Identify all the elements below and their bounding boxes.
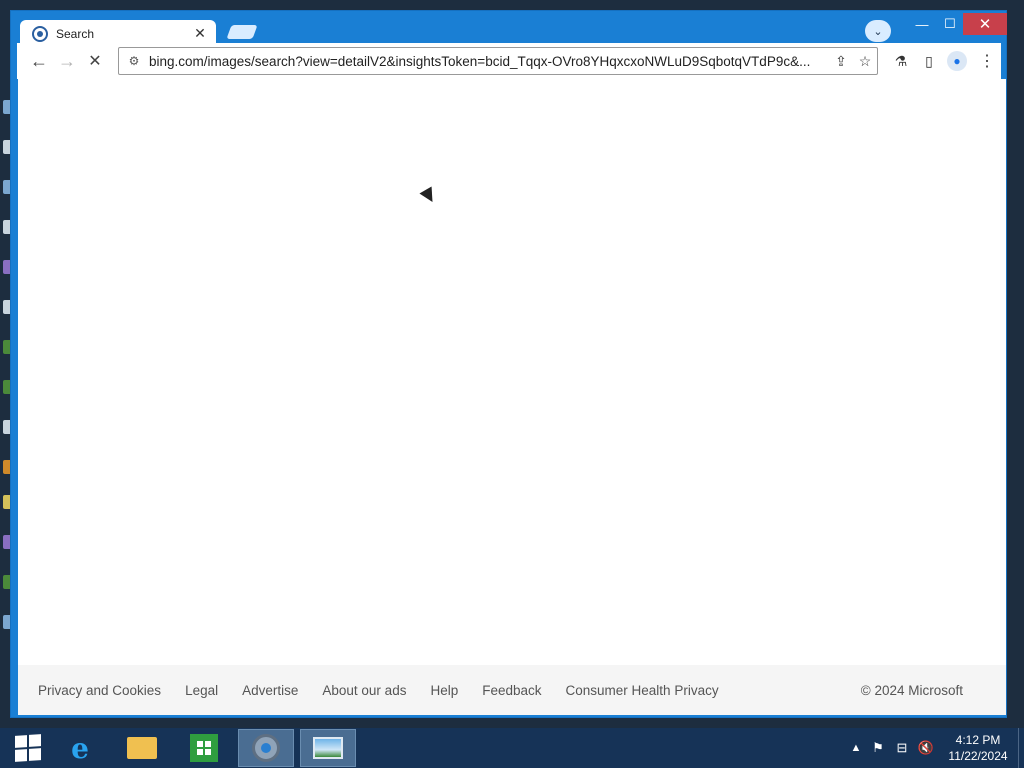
taskbar-photos[interactable] xyxy=(300,729,356,767)
network-icon[interactable]: ⊟ xyxy=(890,740,914,756)
loading-favicon-icon xyxy=(32,25,48,42)
bookmark-star-icon[interactable]: ☆ xyxy=(853,53,877,70)
share-icon[interactable]: ⇪ xyxy=(829,53,853,70)
mouse-cursor-icon xyxy=(419,186,439,206)
action-center-warning-icon[interactable]: ⚑ xyxy=(866,740,890,756)
image-viewer-icon xyxy=(313,737,343,759)
footer-link-about-ads[interactable]: About our ads xyxy=(322,683,406,698)
tab-close-icon[interactable]: ✕ xyxy=(192,25,208,42)
browser-window: Search ✕ ⌄ — ☐ ✕ ← → ✕ ⚙ bing.com/images… xyxy=(10,10,1007,718)
footer-link-advertise[interactable]: Advertise xyxy=(242,683,298,698)
profile-avatar-icon[interactable]: ● xyxy=(945,49,969,73)
taskbar-internet-explorer[interactable]: e xyxy=(52,729,108,767)
show-desktop-button[interactable] xyxy=(1018,728,1024,768)
footer-link-feedback[interactable]: Feedback xyxy=(482,683,541,698)
windows-logo-icon xyxy=(15,734,41,762)
bing-footer: Privacy and Cookies Legal Advertise Abou… xyxy=(18,665,1006,715)
address-bar[interactable]: ⚙ bing.com/images/search?view=detailV2&i… xyxy=(118,47,878,75)
start-button[interactable] xyxy=(0,729,56,767)
taskbar-file-explorer[interactable] xyxy=(114,729,170,767)
show-hidden-icons-icon[interactable]: ▲ xyxy=(846,742,866,754)
clock-time: 4:12 PM xyxy=(955,733,1001,747)
taskbar: e ▲ ⚑ ⊟ 🔇 4:12 PM 11/22/2024 xyxy=(0,728,1024,768)
chrome-icon xyxy=(252,734,280,762)
browser-toolbar: ← → ✕ ⚙ bing.com/images/search?view=deta… xyxy=(17,43,1001,79)
footer-copyright: © 2024 Microsoft xyxy=(860,682,963,698)
footer-link-help[interactable]: Help xyxy=(430,683,458,698)
site-info-icon[interactable]: ⚙ xyxy=(119,54,149,68)
arrow-left-icon[interactable]: ← xyxy=(27,49,51,73)
arrow-right-icon[interactable]: → xyxy=(55,49,79,73)
footer-link-privacy[interactable]: Privacy and Cookies xyxy=(38,683,161,698)
page-content[interactable]: Privacy and Cookies Legal Advertise Abou… xyxy=(18,79,1006,715)
taskbar-chrome[interactable] xyxy=(238,729,294,767)
system-tray: ▲ ⚑ ⊟ 🔇 4:12 PM 11/22/2024 xyxy=(846,728,1024,768)
stop-loading-icon[interactable]: ✕ xyxy=(83,49,107,73)
clock[interactable]: 4:12 PM 11/22/2024 xyxy=(938,732,1018,764)
folder-icon xyxy=(127,737,157,759)
footer-link-health-privacy[interactable]: Consumer Health Privacy xyxy=(566,683,719,698)
close-window-button[interactable]: ✕ xyxy=(963,13,1007,35)
new-tab-button[interactable] xyxy=(226,25,258,39)
title-bar[interactable]: Search ✕ ⌄ — ☐ ✕ xyxy=(11,11,1007,47)
taskbar-store[interactable] xyxy=(176,729,232,767)
volume-muted-icon[interactable]: 🔇 xyxy=(914,740,938,756)
side-panel-icon[interactable]: ▯ xyxy=(917,49,941,73)
flask-icon[interactable]: ⚗ xyxy=(889,49,913,73)
internet-explorer-icon: e xyxy=(71,731,89,765)
footer-link-legal[interactable]: Legal xyxy=(185,683,218,698)
clock-date: 11/22/2024 xyxy=(948,749,1008,763)
store-icon xyxy=(190,734,218,762)
minimize-button[interactable]: — xyxy=(911,13,933,35)
tab-search-chevron-icon[interactable]: ⌄ xyxy=(865,20,891,42)
more-vert-icon[interactable]: ⋮ xyxy=(975,49,999,73)
address-url[interactable]: bing.com/images/search?view=detailV2&ins… xyxy=(149,54,829,69)
tab-title: Search xyxy=(56,26,95,41)
maximize-button[interactable]: ☐ xyxy=(939,13,961,35)
